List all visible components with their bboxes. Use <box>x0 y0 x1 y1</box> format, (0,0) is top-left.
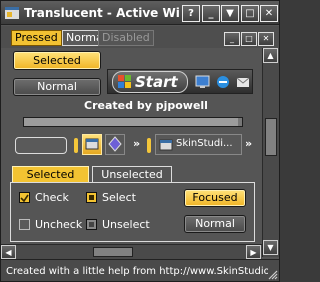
progress-fill <box>24 118 238 126</box>
credit-text: Created by pjpowell <box>84 99 208 112</box>
window-title: Translucent - Active Wind... <box>24 6 179 20</box>
title-bar[interactable]: Translucent - Active Wind... ? _ ▼ □ ✕ <box>1 1 279 25</box>
start-button[interactable]: Start <box>112 71 188 93</box>
tab-selected[interactable]: Selected <box>12 166 89 183</box>
scroll-up-icon[interactable]: ▲ <box>263 48 278 63</box>
tab-panel: Check Select Uncheck Unselect Focused No… <box>10 182 255 242</box>
selected-button[interactable]: Selected <box>13 51 101 70</box>
skin-icon <box>108 136 122 152</box>
uncheck-checkbox[interactable] <box>19 219 30 230</box>
toolbar-grip-2[interactable] <box>147 138 151 153</box>
normal-button[interactable]: Normal <box>13 78 101 96</box>
resize-grip-icon[interactable] <box>266 268 278 280</box>
rollup-button[interactable]: ▼ <box>221 5 239 22</box>
unselect-radio[interactable] <box>86 219 97 230</box>
main-window: Translucent - Active Wind... ? _ ▼ □ ✕ P… <box>0 0 280 282</box>
vertical-scroll-thumb[interactable] <box>265 118 277 156</box>
internet-explorer-icon[interactable] <box>215 74 231 90</box>
toolbar: » SkinStudi... » <box>1 134 257 156</box>
scroll-left-icon[interactable]: ◀ <box>1 245 16 259</box>
checkmark-icon <box>20 194 29 203</box>
close-button[interactable]: ✕ <box>260 5 278 22</box>
status-bar: Created with a little help from http://w… <box>1 259 279 281</box>
horizontal-scroll-thumb[interactable] <box>93 247 133 257</box>
toolbar-chevron[interactable]: » <box>133 137 140 150</box>
check-checkbox[interactable] <box>19 192 30 203</box>
minimize-button[interactable]: _ <box>202 5 220 22</box>
toolbar-app-button[interactable] <box>82 134 102 155</box>
mdi-close-button[interactable]: ✕ <box>258 32 274 46</box>
scroll-down-icon[interactable]: ▼ <box>263 240 278 255</box>
start-label: Start <box>135 73 178 91</box>
mdi-restore-button[interactable]: □ <box>241 32 257 46</box>
app-icon <box>5 7 19 19</box>
windows-flag-icon <box>118 75 131 88</box>
radio-dot <box>89 222 94 227</box>
desktop-icon[interactable] <box>195 74 211 90</box>
toolbar-skin-button[interactable] <box>105 134 125 155</box>
mdi-minimize-button[interactable]: _ <box>224 32 240 46</box>
toolbar-edit-box[interactable] <box>15 137 67 154</box>
check-label: Check <box>35 191 69 204</box>
maximize-button[interactable]: □ <box>241 5 259 22</box>
toolbar-more-chevron[interactable]: » <box>245 137 252 150</box>
skinstudio-label: SkinStudi... <box>176 138 233 149</box>
vertical-scrollbar[interactable]: ▲ ▼ <box>262 48 279 257</box>
menu-bar: Pressed Normal Disabled _ □ ✕ <box>1 26 279 48</box>
select-label: Select <box>102 191 136 204</box>
window-icon <box>85 138 99 150</box>
email-icon[interactable] <box>235 74 251 90</box>
select-radio[interactable] <box>86 192 97 203</box>
skinstudio-icon <box>159 139 173 151</box>
status-text: Created with a little help from http://w… <box>6 266 268 277</box>
taskbar-preview: Start <box>107 69 253 94</box>
tab-unselected[interactable]: Unselected <box>92 166 172 183</box>
menu-item-disabled: Disabled <box>98 30 154 46</box>
toolbar-grip[interactable] <box>74 138 78 153</box>
focused-button[interactable]: Focused <box>184 189 246 207</box>
menu-item-pressed[interactable]: Pressed <box>11 30 62 46</box>
radio-dot <box>89 195 94 200</box>
uncheck-label: Uncheck <box>35 218 83 231</box>
horizontal-scrollbar[interactable]: ◀ ▶ <box>1 244 262 259</box>
help-button[interactable]: ? <box>182 5 200 22</box>
scroll-right-icon[interactable]: ▶ <box>246 245 261 259</box>
skinstudio-button[interactable]: SkinStudi... <box>155 134 242 155</box>
normal-option-button[interactable]: Normal <box>184 215 246 233</box>
unselect-label: Unselect <box>102 218 150 231</box>
progress-bar <box>23 117 243 127</box>
